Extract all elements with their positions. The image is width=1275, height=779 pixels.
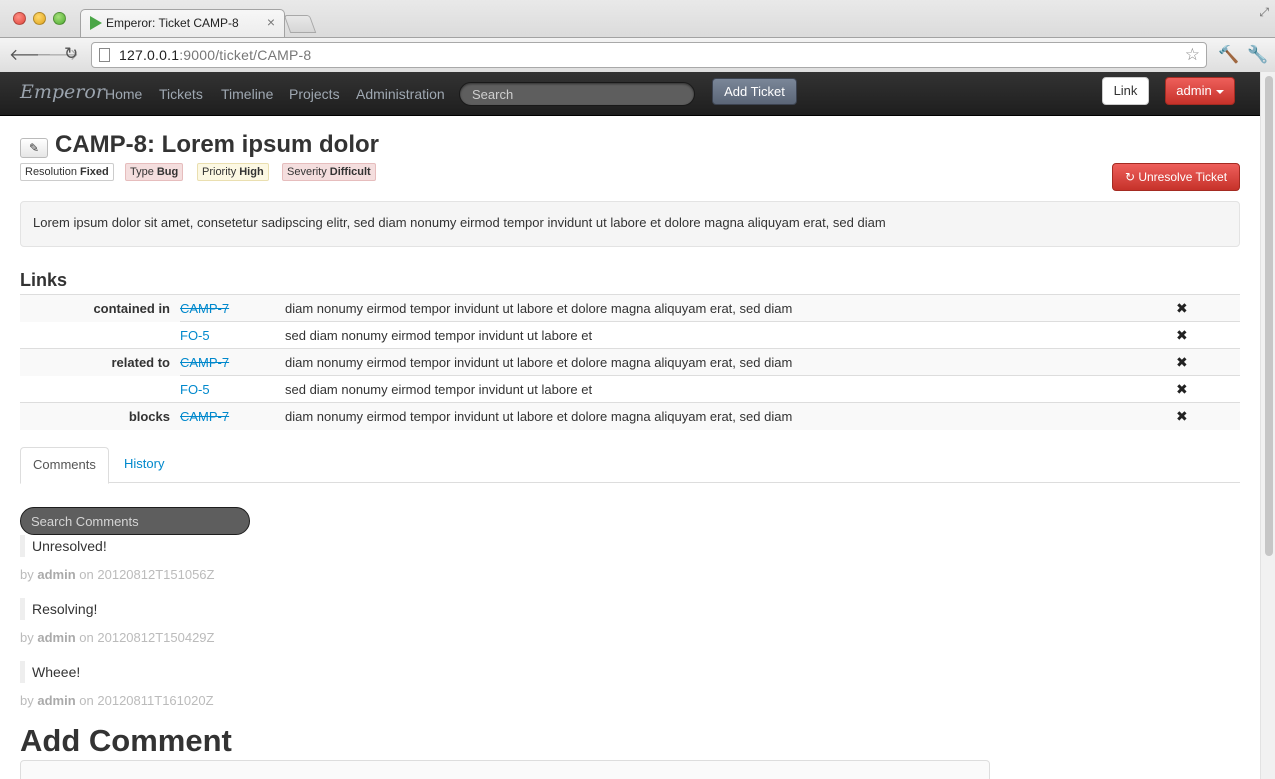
page-icon: [99, 48, 110, 62]
comment-textarea[interactable]: [20, 760, 990, 779]
ticket-title: CAMP-8: Lorem ipsum dolor: [55, 131, 380, 158]
resolution-badge: Resolution Fixed: [20, 163, 114, 181]
browser-chrome: Emperor: Ticket CAMP-8 × ⤢ 🡐 🡒 ↻ 127.0.0…: [0, 0, 1275, 72]
nav-tickets[interactable]: Tickets: [159, 86, 203, 102]
links-table: contained in CAMP-7 diam nonumy eirmod t…: [20, 294, 1240, 430]
caret-down-icon: [1215, 89, 1224, 94]
user-menu-label: admin: [1176, 83, 1212, 98]
severity-badge: Severity Difficult: [282, 163, 376, 181]
url-text: 127.0.0.1:9000/ticket/CAMP-8: [119, 47, 312, 63]
nav-timeline[interactable]: Timeline: [221, 86, 273, 102]
new-tab-button[interactable]: [283, 15, 317, 33]
ticket-link[interactable]: FO-5: [180, 328, 210, 343]
ticket-link[interactable]: CAMP-7: [180, 355, 229, 370]
link-button[interactable]: Link: [1102, 77, 1149, 105]
fullscreen-icon[interactable]: ⤢: [1259, 5, 1269, 20]
pin-icon[interactable]: 🔨: [1218, 45, 1239, 65]
link-relation: contained in: [20, 294, 180, 322]
add-comment-heading: Add Comment: [20, 723, 232, 758]
link-key-cell: FO-5: [180, 321, 285, 349]
links-heading: Links: [20, 270, 68, 290]
nav-projects[interactable]: Projects: [289, 86, 340, 102]
browser-tabstrip: Emperor: Ticket CAMP-8 × ⤢: [0, 0, 1275, 37]
comment-author: admin: [37, 630, 76, 645]
link-relation: related to: [20, 348, 180, 376]
comment-date: 20120812T150429Z: [97, 630, 215, 645]
close-tab-icon[interactable]: ×: [267, 14, 275, 30]
remove-link-icon[interactable]: ✖: [1176, 402, 1240, 430]
browser-toolbar: 🡐 🡒 ↻ 127.0.0.1:9000/ticket/CAMP-8 ☆ 🔨 🔧: [0, 37, 1275, 72]
address-bar[interactable]: 127.0.0.1:9000/ticket/CAMP-8 ☆: [91, 42, 1207, 68]
link-key-cell: FO-5: [180, 375, 285, 403]
comment: Unresolved! by admin on 20120812T151056Z: [20, 535, 214, 582]
tab-comments[interactable]: Comments: [20, 447, 109, 484]
add-ticket-button[interactable]: Add Ticket: [712, 78, 797, 105]
link-key-cell: CAMP-7: [180, 402, 285, 430]
search-input[interactable]: [459, 82, 695, 106]
link-summary: diam nonumy eirmod tempor invidunt ut la…: [285, 402, 1176, 430]
app-navbar: Emperor Home Tickets Timeline Projects A…: [0, 72, 1260, 116]
table-row: FO-5 sed diam nonumy eirmod tempor invid…: [20, 321, 1240, 349]
minimize-window-button[interactable]: [33, 12, 46, 25]
search-comments-input[interactable]: [20, 507, 250, 535]
link-key-cell: CAMP-7: [180, 348, 285, 376]
remove-link-icon[interactable]: ✖: [1176, 375, 1240, 403]
page-content: ✎ CAMP-8: Lorem ipsum dolor Resolution Fi…: [0, 117, 1260, 779]
type-badge: Type Bug: [125, 163, 184, 181]
wrench-icon[interactable]: 🔧: [1247, 45, 1268, 65]
maximize-window-button[interactable]: [53, 12, 66, 25]
link-summary: sed diam nonumy eirmod tempor invidunt u…: [285, 375, 1176, 403]
browser-tab[interactable]: Emperor: Ticket CAMP-8 ×: [80, 9, 285, 37]
remove-link-icon[interactable]: ✖: [1176, 321, 1240, 349]
browser-tab-title: Emperor: Ticket CAMP-8: [106, 16, 239, 30]
edit-icon: ✎: [28, 141, 40, 155]
comment-date: 20120811T161020Z: [97, 693, 214, 708]
link-relation: [20, 376, 180, 403]
table-row: contained in CAMP-7 diam nonumy eirmod t…: [20, 294, 1240, 322]
nav-administration[interactable]: Administration: [356, 86, 445, 102]
refresh-icon: ↻: [1124, 170, 1139, 184]
link-summary: diam nonumy eirmod tempor invidunt ut la…: [285, 294, 1176, 322]
ticket-link[interactable]: CAMP-7: [180, 409, 229, 424]
comment: Resolving! by admin on 20120812T150429Z: [20, 598, 214, 645]
comment-body: Unresolved!: [20, 535, 214, 557]
edit-ticket-button[interactable]: ✎: [20, 138, 48, 158]
comment-meta: by admin on 20120812T150429Z: [20, 630, 215, 645]
ticket-link[interactable]: FO-5: [180, 382, 210, 397]
bookmark-star-icon[interactable]: ☆: [1185, 45, 1200, 65]
comment: Wheee! by admin on 20120811T161020Z: [20, 661, 214, 708]
link-key-cell: CAMP-7: [180, 294, 285, 322]
page-scrollbar[interactable]: [1260, 72, 1275, 779]
brand-logo[interactable]: Emperor: [20, 81, 105, 103]
comment-author: admin: [37, 693, 76, 708]
comment-body: Wheee!: [20, 661, 214, 683]
reload-icon[interactable]: ↻: [64, 44, 78, 64]
comment-meta: by admin on 20120811T161020Z: [20, 693, 214, 708]
remove-link-icon[interactable]: ✖: [1176, 348, 1240, 376]
comment-author: admin: [37, 567, 76, 582]
table-row: blocks CAMP-7 diam nonumy eirmod tempor …: [20, 402, 1240, 430]
ticket-description: Lorem ipsum dolor sit amet, consetetur s…: [20, 201, 1240, 247]
link-relation: [20, 322, 180, 349]
table-row: related to CAMP-7 diam nonumy eirmod tem…: [20, 348, 1240, 376]
link-summary: sed diam nonumy eirmod tempor invidunt u…: [285, 321, 1176, 349]
comment-body: Resolving!: [20, 598, 214, 620]
comment-meta: by admin on 20120812T151056Z: [20, 567, 215, 582]
tab-history[interactable]: History: [112, 447, 176, 483]
table-row: FO-5 sed diam nonumy eirmod tempor invid…: [20, 375, 1240, 403]
unresolve-ticket-button[interactable]: ↻ Unresolve Ticket: [1112, 163, 1240, 191]
link-relation: blocks: [20, 402, 180, 430]
close-window-button[interactable]: [13, 12, 26, 25]
priority-badge: Priority High: [197, 163, 269, 181]
comment-date: 20120812T151056Z: [97, 567, 215, 582]
ticket-link[interactable]: CAMP-7: [180, 301, 229, 316]
link-summary: diam nonumy eirmod tempor invidunt ut la…: [285, 348, 1176, 376]
play-favicon-icon: [90, 16, 102, 30]
user-menu-button[interactable]: admin: [1165, 77, 1235, 105]
nav-home[interactable]: Home: [105, 86, 142, 102]
ticket-tabs: Comments History: [20, 447, 1240, 484]
scrollbar-thumb[interactable]: [1265, 76, 1273, 556]
remove-link-icon[interactable]: ✖: [1176, 294, 1240, 322]
